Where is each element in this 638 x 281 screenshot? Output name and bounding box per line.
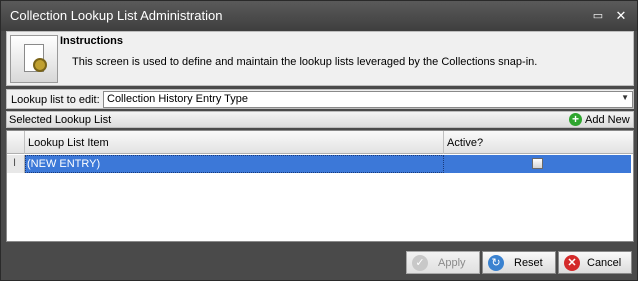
section-label: Selected Lookup List	[9, 114, 112, 126]
add-icon: +	[569, 113, 582, 126]
refresh-icon: ↻	[488, 255, 504, 271]
chevron-down-icon[interactable]: ▼	[621, 93, 629, 102]
row-indicator-header	[7, 131, 25, 154]
lookup-item-cell[interactable]: (NEW ENTRY)	[25, 155, 444, 173]
checkmark-icon: ✓	[412, 255, 428, 271]
grid-header: Lookup List Item Active?	[7, 131, 633, 154]
lookup-list-dropdown[interactable]: Collection History Entry Type ▼	[103, 91, 633, 108]
reset-label: Reset	[514, 257, 543, 269]
selected-lookup-list-header: Selected Lookup List + Add New	[6, 111, 634, 128]
cancel-icon: ✕	[564, 255, 580, 271]
apply-label: Apply	[438, 257, 466, 269]
text-cursor-icon: I	[13, 157, 17, 169]
lookup-list-row: Lookup list to edit: Collection History …	[6, 89, 634, 109]
instructions-title: Instructions	[60, 35, 123, 47]
column-header-active[interactable]: Active?	[444, 131, 634, 154]
window-title: Collection Lookup List Administration	[10, 8, 223, 23]
maximize-icon[interactable]: ▭	[591, 10, 605, 22]
lookup-list-selected-value: Collection History Entry Type	[107, 93, 249, 105]
row-indicator: I	[7, 155, 25, 173]
cancel-label: Cancel	[587, 257, 622, 269]
column-header-lookup-list-item[interactable]: Lookup List Item	[25, 131, 444, 154]
lookup-list-grid: Lookup List Item Active? I (NEW ENTRY)	[6, 130, 634, 242]
active-checkbox[interactable]	[532, 158, 543, 169]
lookup-item-value: (NEW ENTRY)	[27, 158, 101, 170]
lookup-list-label: Lookup list to edit:	[11, 94, 100, 106]
button-bar: ✓ Apply ↻ Reset ✕ Cancel	[1, 248, 637, 280]
add-new-label: Add New	[585, 114, 630, 126]
close-icon[interactable]: ✕	[614, 9, 628, 22]
apply-button[interactable]: ✓ Apply	[406, 251, 480, 274]
active-cell[interactable]	[444, 155, 631, 173]
instructions-panel: Instructions This screen is used to defi…	[6, 31, 634, 86]
reset-button[interactable]: ↻ Reset	[482, 251, 556, 274]
lookup-admin-window: Collection Lookup List Administration ▭ …	[0, 0, 638, 281]
table-row[interactable]: I (NEW ENTRY)	[7, 155, 633, 173]
document-gear-icon	[10, 35, 58, 83]
title-bar: Collection Lookup List Administration ▭ …	[1, 1, 637, 31]
cancel-button[interactable]: ✕ Cancel	[558, 251, 632, 274]
instructions-description: This screen is used to define and mainta…	[72, 56, 538, 68]
